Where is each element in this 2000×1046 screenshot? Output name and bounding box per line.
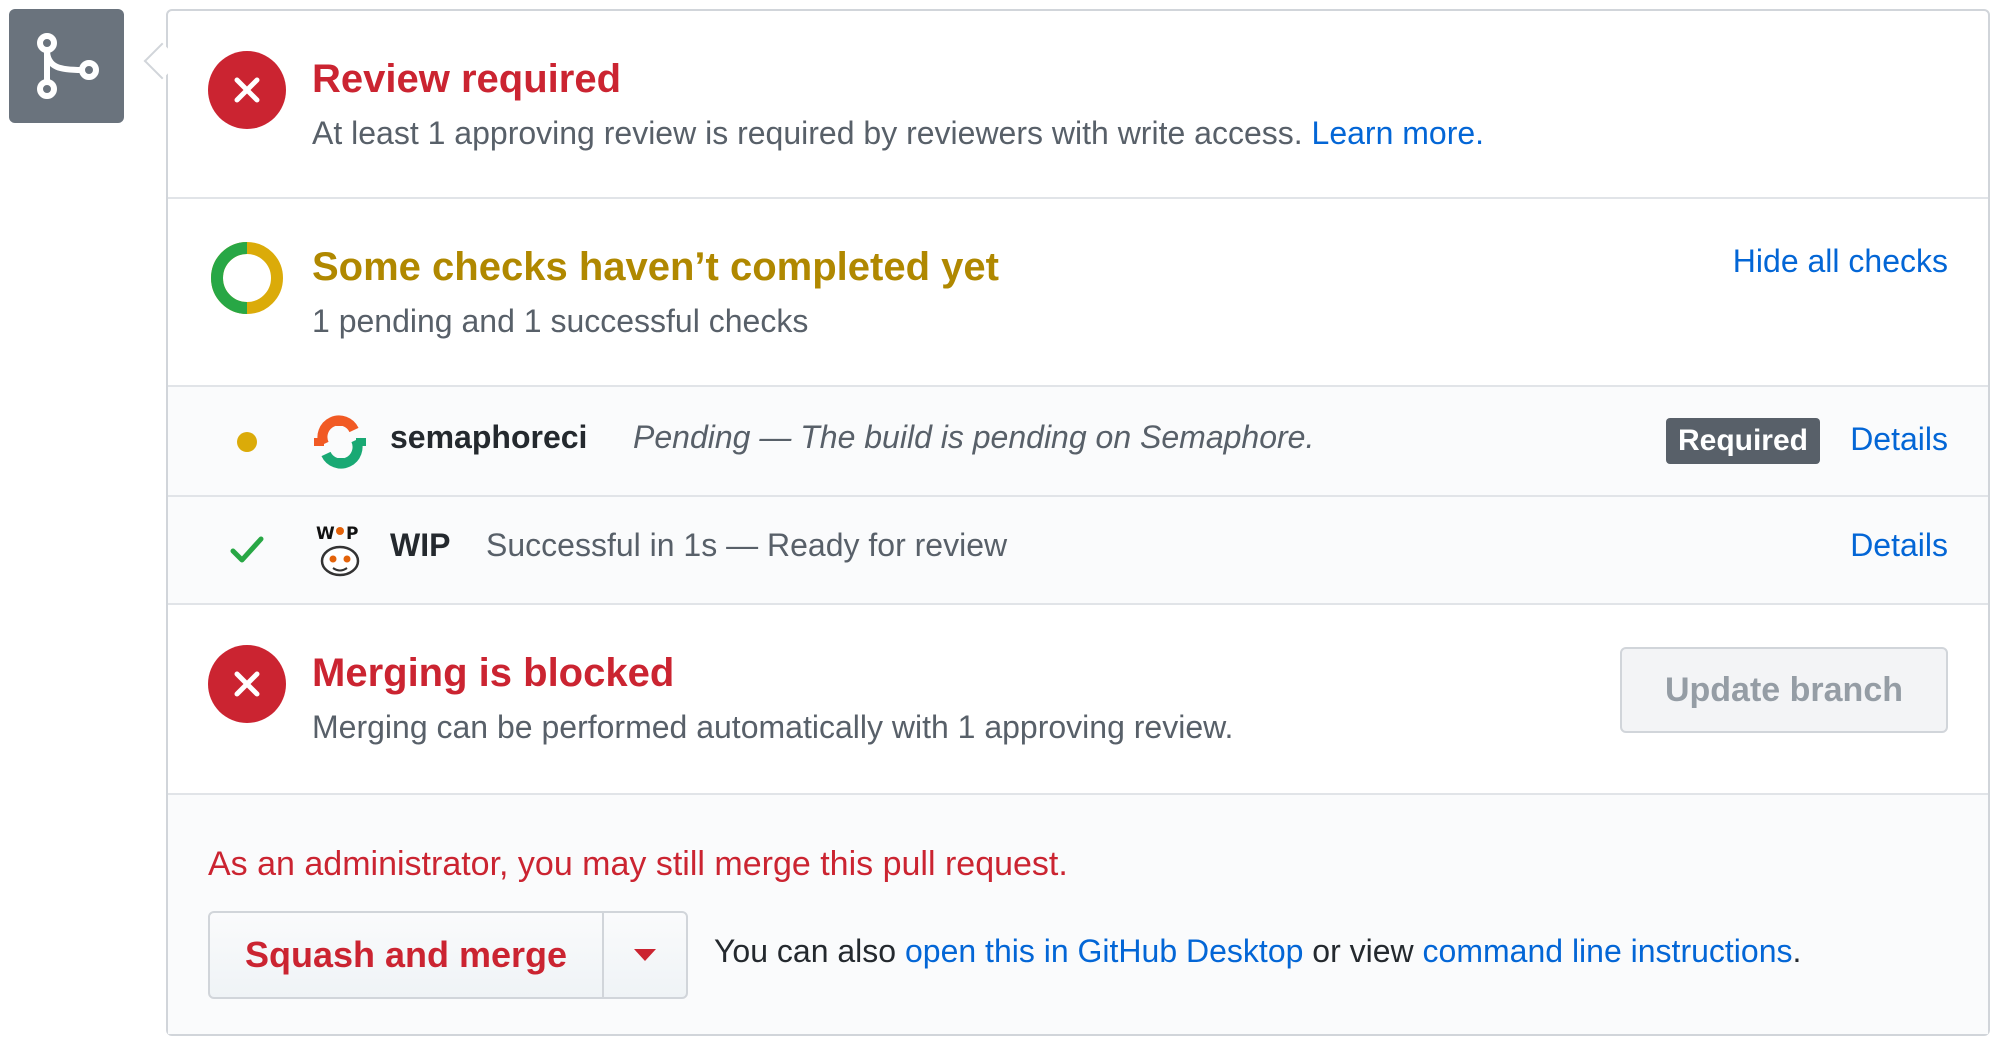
- cli-instructions-link[interactable]: command line instructions: [1423, 933, 1793, 969]
- merge-blocked-title: Merging is blocked: [312, 651, 675, 695]
- sentence-end: .: [1792, 933, 1802, 969]
- check-description: Successful in 1s — Ready for review: [486, 527, 1008, 563]
- or-view-text: or view: [1312, 933, 1414, 969]
- checkmark-icon: [230, 536, 264, 563]
- checks-section: Some checks haven’t completed yet 1 pend…: [168, 199, 1988, 387]
- required-badge: Required: [1665, 418, 1820, 464]
- checks-title: Some checks haven’t completed yet: [312, 245, 999, 289]
- open-desktop-link[interactable]: open this in GitHub Desktop: [905, 933, 1303, 969]
- learn-more-link[interactable]: Learn more.: [1312, 115, 1485, 151]
- check-name: semaphoreci: [390, 419, 588, 455]
- checks-summary: 1 pending and 1 successful checks: [312, 303, 809, 339]
- svg-text:W: W: [316, 524, 335, 544]
- hide-all-checks-link[interactable]: Hide all checks: [1733, 243, 1948, 280]
- squash-and-merge-button[interactable]: Squash and merge: [210, 913, 604, 997]
- details-link[interactable]: Details: [1850, 527, 1948, 564]
- details-link[interactable]: Details: [1850, 421, 1948, 458]
- pending-dot-icon: [237, 432, 257, 452]
- merge-status-badge: [9, 9, 124, 123]
- update-branch-button[interactable]: Update branch: [1620, 647, 1948, 733]
- merge-blocked-section: Merging is blocked Merging can be perfor…: [168, 605, 1988, 795]
- wip-robot-icon: W P: [316, 524, 360, 577]
- review-section: Review required At least 1 approving rev…: [168, 11, 1988, 199]
- x-circle-icon: [208, 51, 286, 129]
- x-circle-icon: [208, 645, 286, 723]
- merge-status-panel: Review required At least 1 approving rev…: [166, 9, 1990, 1036]
- check-row-semaphoreci: semaphoreci Pending — The build is pendi…: [168, 387, 1988, 497]
- merge-blocked-description: Merging can be performed automatically w…: [312, 709, 1234, 745]
- partial-ring-icon: [211, 242, 283, 314]
- merge-button-group: Squash and merge: [208, 911, 688, 999]
- admin-note: As an administrator, you may still merge…: [208, 845, 1068, 883]
- semaphore-gear-icon: [314, 415, 366, 469]
- also-prefix: You can also: [714, 933, 897, 969]
- check-description: Pending — The build is pending on Semaph…: [633, 419, 1315, 455]
- review-description-text: At least 1 approving review is required …: [312, 115, 1303, 151]
- svg-text:P: P: [346, 524, 358, 544]
- check-name: WIP: [390, 527, 451, 563]
- merge-method-dropdown[interactable]: [604, 913, 686, 997]
- alternative-merge-options: You can also open this in GitHub Desktop…: [714, 933, 1801, 970]
- git-merge-icon: [36, 33, 99, 99]
- triangle-down-icon: [634, 949, 656, 961]
- check-row-wip: W P WIP Successful in 1s — Ready for rev…: [168, 497, 1988, 605]
- review-description: At least 1 approving review is required …: [312, 115, 1484, 152]
- admin-merge-section: As an administrator, you may still merge…: [168, 795, 1988, 1034]
- review-title: Review required: [312, 57, 622, 101]
